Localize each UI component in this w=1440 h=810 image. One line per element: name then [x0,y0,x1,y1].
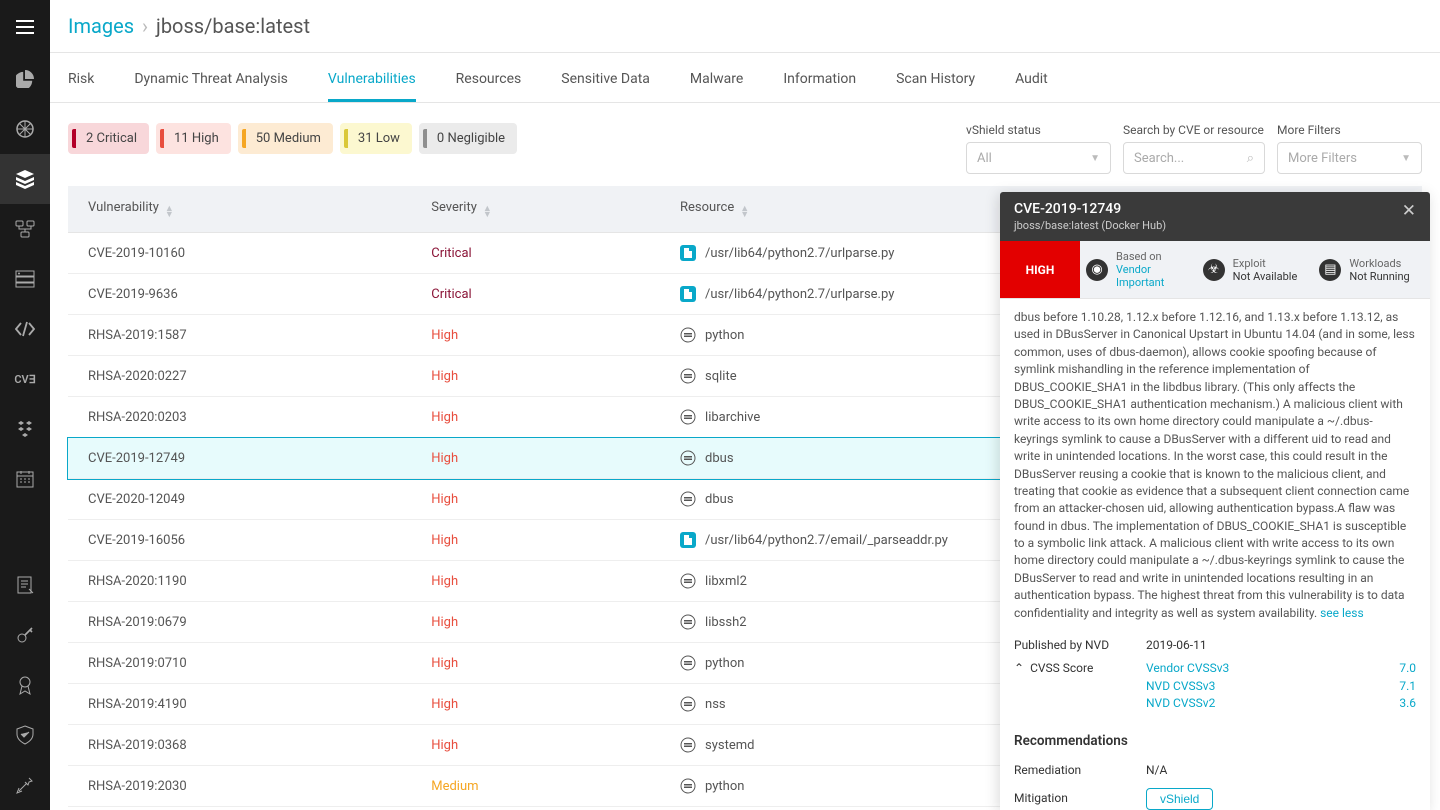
hex-cluster-icon [15,419,35,439]
detail-badge: ◉Based onVendor Important [1080,241,1197,298]
severity-pill-low[interactable]: 31 Low [340,123,412,154]
tab-vulnerabilities[interactable]: Vulnerabilities [328,53,416,102]
cvss-link[interactable]: Vendor CVSSv3 [1146,660,1229,677]
cve-icon: CV∃ [14,373,35,386]
cvss-link[interactable]: NVD CVSSv3 [1146,678,1215,695]
filter-bar: 2 Critical11 High50 Medium31 Low0 Neglig… [50,103,1440,184]
detail-description: dbus before 1.10.28, 1.12.x before 1.12.… [1014,310,1415,620]
nav-tools[interactable] [0,760,50,810]
tab-resources[interactable]: Resources [456,53,522,102]
vshield-button[interactable]: vShield [1146,788,1213,810]
nav-badge[interactable] [0,660,50,710]
tab-malware[interactable]: Malware [690,53,743,102]
severity-filter-pills: 2 Critical11 High50 Medium31 Low0 Neglig… [68,123,956,154]
file-icon [680,286,696,302]
col-severity[interactable]: Severity▲▼ [411,186,660,233]
col-vulnerability[interactable]: Vulnerability▲▼ [68,186,411,233]
breadcrumb: Images › jboss/base:latest [50,0,1440,53]
calendar-icon [16,470,34,488]
nav-dashboard[interactable] [0,54,50,104]
tools-icon [16,776,34,794]
hamburger-menu[interactable] [0,0,50,54]
package-icon [680,327,696,343]
image-tabs: Risk Dynamic Threat Analysis Vulnerabiliti… [50,53,1440,103]
breadcrumb-root[interactable]: Images [68,14,134,38]
nav-reports[interactable] [0,560,50,610]
shield-icon [16,725,34,745]
ribbon-icon [17,675,33,695]
layers-icon [15,169,35,189]
nav-workloads[interactable] [0,204,50,254]
severity-pill-critical[interactable]: 2 Critical [68,123,149,154]
tab-information[interactable]: Information [783,53,856,102]
search-input[interactable]: Search...⌕ [1123,142,1265,174]
detail-body: dbus before 1.10.28, 1.12.x before 1.12.… [1000,299,1430,810]
nav-shield[interactable] [0,710,50,760]
tab-sensitive-data[interactable]: Sensitive Data [561,53,650,102]
search-icon: ⌕ [1247,151,1254,166]
package-icon [680,573,696,589]
detail-badge: ▤WorkloadsNot Running [1313,241,1430,298]
package-icon [680,368,696,384]
chevron-up-icon: ⌃ [1014,661,1024,675]
nav-cve[interactable]: CV∃ [0,354,50,404]
more-filters-select[interactable]: More Filters▼ [1277,142,1422,174]
left-nav: CV∃ [0,0,50,810]
package-icon [680,737,696,753]
report-icon [17,576,34,594]
more-filters: More Filters More Filters▼ [1277,123,1422,174]
chevron-down-icon: ▼ [1090,153,1100,164]
severity-pill-medium[interactable]: 50 Medium [238,123,333,154]
key-icon [16,626,34,644]
file-icon [680,245,696,261]
detail-subtitle: jboss/base:latest (Docker Hub) [1014,219,1166,232]
package-icon [680,778,696,794]
tab-audit[interactable]: Audit [1015,53,1048,102]
vshield-select[interactable]: All▼ [966,142,1111,174]
severity-pill-neg[interactable]: 0 Negligible [419,123,517,154]
package-icon [680,614,696,630]
severity-badge: HIGH [1000,241,1080,298]
vulnerability-detail-panel: CVE-2019-12749 jboss/base:latest (Docker… [1000,192,1430,810]
see-less-link[interactable]: see less [1320,606,1364,620]
nav-keys[interactable] [0,610,50,660]
nav-images[interactable] [0,154,50,204]
cvss-toggle[interactable]: ⌃CVSS Score Vendor CVSSv37.0NVD CVSSv37.… [1014,657,1416,715]
pie-chart-icon [16,70,34,88]
package-icon [680,409,696,425]
chevron-down-icon: ▼ [1401,153,1411,164]
hamburger-icon [16,20,34,34]
nav-kubernetes[interactable] [0,104,50,154]
detail-badge: ☣ExploitNot Available [1197,241,1314,298]
workload-icon [15,220,35,238]
tab-scan-history[interactable]: Scan History [896,53,975,102]
helm-icon [15,119,35,139]
package-icon [680,491,696,507]
breadcrumb-current: jboss/base:latest [156,14,310,38]
package-icon [680,696,696,712]
nav-hive[interactable] [0,404,50,454]
code-icon [15,321,35,337]
severity-pill-high[interactable]: 11 High [156,123,231,154]
server-icon [15,270,35,288]
nav-hosts[interactable] [0,254,50,304]
detail-header: CVE-2019-12749 jboss/base:latest (Docker… [1000,192,1430,241]
package-icon [680,450,696,466]
cvss-link[interactable]: NVD CVSSv2 [1146,695,1215,712]
close-icon[interactable]: ✕ [1402,201,1416,221]
detail-title: CVE-2019-12749 [1014,201,1166,217]
nav-functions[interactable] [0,304,50,354]
detail-badges: HIGH ◉Based onVendor Important☣ExploitNo… [1000,241,1430,299]
package-icon [680,655,696,671]
tab-risk[interactable]: Risk [68,53,94,102]
tab-dynamic-threat-analysis[interactable]: Dynamic Threat Analysis [134,53,288,102]
vshield-filter: vShield status All▼ [966,123,1111,174]
search-filter: Search by CVE or resource Search...⌕ [1123,123,1265,174]
nav-calendar[interactable] [0,454,50,504]
chevron-right-icon: › [134,14,156,38]
file-icon [680,532,696,548]
